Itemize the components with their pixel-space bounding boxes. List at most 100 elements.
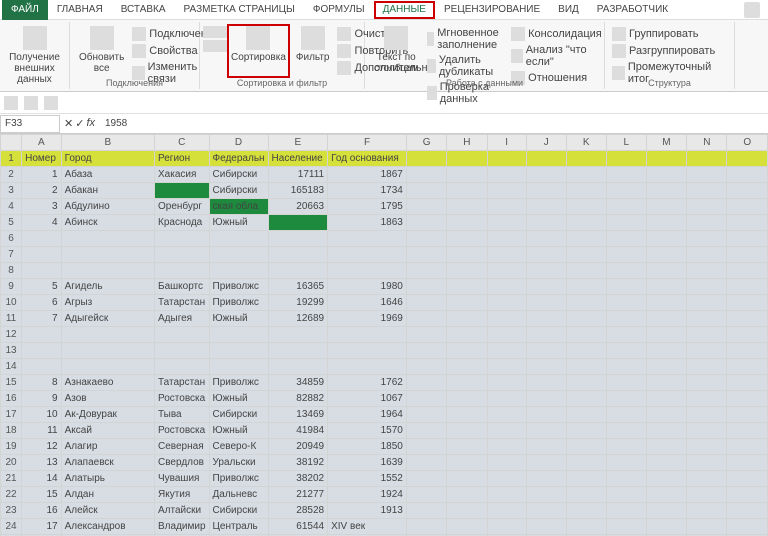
cell[interactable] xyxy=(687,167,727,183)
remove-duplicates-button[interactable]: Удалить дубликаты xyxy=(425,53,508,79)
cell[interactable] xyxy=(526,247,566,263)
cell[interactable] xyxy=(566,343,606,359)
cell[interactable]: Татарстан xyxy=(155,375,210,391)
cell[interactable] xyxy=(406,167,446,183)
cell[interactable] xyxy=(526,311,566,327)
cell[interactable] xyxy=(487,471,526,487)
cell[interactable]: Федеральн xyxy=(209,151,268,167)
tab-file[interactable]: ФАЙЛ xyxy=(2,0,48,20)
enter-icon[interactable]: ✓ xyxy=(75,117,84,130)
cell[interactable]: Ак-Довурак xyxy=(61,407,154,423)
cell[interactable]: 16 xyxy=(22,503,61,519)
cell[interactable] xyxy=(646,231,687,247)
cell[interactable] xyxy=(687,263,727,279)
col-header-E[interactable]: E xyxy=(268,135,328,151)
cell[interactable]: Население xyxy=(268,151,328,167)
cell[interactable] xyxy=(727,199,768,215)
cell[interactable] xyxy=(727,407,768,423)
cell[interactable] xyxy=(606,199,646,215)
cell[interactable]: Чувашия xyxy=(155,471,210,487)
save-icon[interactable] xyxy=(4,96,18,110)
get-external-data-button[interactable]: Получение внешних данных xyxy=(5,24,64,87)
cell[interactable] xyxy=(566,295,606,311)
cell[interactable] xyxy=(406,343,446,359)
cell[interactable]: 15 xyxy=(22,487,61,503)
cell[interactable] xyxy=(487,343,526,359)
cell[interactable] xyxy=(646,183,687,199)
cell[interactable] xyxy=(487,311,526,327)
cell[interactable] xyxy=(155,247,210,263)
cell[interactable] xyxy=(727,503,768,519)
cell[interactable] xyxy=(566,279,606,295)
cell[interactable] xyxy=(406,375,446,391)
col-header-F[interactable]: F xyxy=(328,135,407,151)
cell[interactable] xyxy=(526,503,566,519)
cell[interactable] xyxy=(526,199,566,215)
cell[interactable] xyxy=(526,167,566,183)
row-header[interactable]: 19 xyxy=(1,439,22,455)
cell[interactable] xyxy=(406,199,446,215)
cell[interactable]: Якутия xyxy=(155,487,210,503)
cell[interactable] xyxy=(406,519,446,535)
cell[interactable] xyxy=(406,311,446,327)
row-header[interactable]: 5 xyxy=(1,215,22,231)
cell[interactable] xyxy=(566,199,606,215)
cell[interactable] xyxy=(606,151,646,167)
cell[interactable] xyxy=(447,471,487,487)
col-header-H[interactable]: H xyxy=(447,135,487,151)
cell[interactable] xyxy=(61,359,154,375)
cell[interactable]: Агидель xyxy=(61,279,154,295)
cell[interactable]: Город xyxy=(61,151,154,167)
cell[interactable] xyxy=(687,503,727,519)
cell[interactable]: 1639 xyxy=(328,455,407,471)
name-box[interactable]: F33 xyxy=(0,115,60,133)
cell[interactable]: Владимир xyxy=(155,519,210,535)
cell[interactable] xyxy=(447,455,487,471)
select-all-corner[interactable] xyxy=(1,135,22,151)
cell[interactable]: Сибирски xyxy=(209,167,268,183)
cell[interactable] xyxy=(61,343,154,359)
cell[interactable] xyxy=(727,439,768,455)
cell[interactable] xyxy=(606,487,646,503)
cell[interactable]: Сибирски xyxy=(209,183,268,199)
cell[interactable]: 2 xyxy=(22,183,61,199)
cell[interactable] xyxy=(268,215,328,231)
cell[interactable] xyxy=(646,391,687,407)
cell[interactable] xyxy=(687,183,727,199)
cell[interactable] xyxy=(566,183,606,199)
cell[interactable]: 1 xyxy=(22,167,61,183)
cell[interactable] xyxy=(566,407,606,423)
cell[interactable] xyxy=(606,215,646,231)
cell[interactable]: 34859 xyxy=(268,375,328,391)
cell[interactable]: 1964 xyxy=(328,407,407,423)
group-button[interactable]: Группировать xyxy=(610,26,729,42)
cell[interactable] xyxy=(22,247,61,263)
col-header-L[interactable]: L xyxy=(606,135,646,151)
cell[interactable] xyxy=(566,471,606,487)
cell[interactable] xyxy=(487,327,526,343)
row-header[interactable]: 7 xyxy=(1,247,22,263)
cell[interactable] xyxy=(687,215,727,231)
cell[interactable]: 16365 xyxy=(268,279,328,295)
cell[interactable]: Приволжс xyxy=(209,295,268,311)
cell[interactable] xyxy=(328,263,407,279)
cell[interactable]: Приволжс xyxy=(209,279,268,295)
tab-home[interactable]: ГЛАВНАЯ xyxy=(48,0,112,20)
cell[interactable] xyxy=(487,151,526,167)
cell[interactable] xyxy=(447,167,487,183)
cell[interactable] xyxy=(646,327,687,343)
cell[interactable] xyxy=(406,151,446,167)
cell[interactable]: 38202 xyxy=(268,471,328,487)
cell[interactable]: Южный xyxy=(209,215,268,231)
cell[interactable]: 11 xyxy=(22,423,61,439)
cell[interactable] xyxy=(526,263,566,279)
row-header[interactable]: 3 xyxy=(1,183,22,199)
cell[interactable] xyxy=(328,359,407,375)
cell[interactable] xyxy=(406,503,446,519)
cell[interactable] xyxy=(487,519,526,535)
cell[interactable]: 1980 xyxy=(328,279,407,295)
cell[interactable] xyxy=(566,439,606,455)
cell[interactable]: 165183 xyxy=(268,183,328,199)
cell[interactable]: 1570 xyxy=(328,423,407,439)
cell[interactable] xyxy=(566,519,606,535)
